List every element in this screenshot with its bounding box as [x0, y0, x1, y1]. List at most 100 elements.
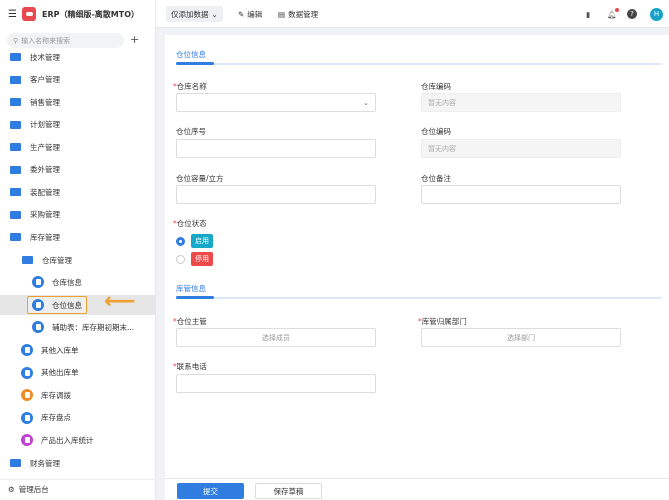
sidebar-item[interactable]: 委外管理: [0, 160, 156, 180]
nav-label: 财务管理: [30, 458, 60, 468]
sidebar-item[interactable]: 采购管理: [0, 205, 156, 225]
doc-icon: [21, 366, 33, 379]
dept-select[interactable]: 选择部门: [421, 328, 621, 347]
submit-button[interactable]: 提交: [177, 483, 244, 499]
sidebar-item[interactable]: 库存调拨: [0, 385, 156, 405]
nav-label: 计划管理: [30, 120, 60, 129]
home-icon: [32, 276, 44, 288]
section-divider: [176, 62, 661, 65]
sidebar-item[interactable]: 计划管理: [0, 115, 156, 135]
sidebar-item[interactable]: 技术管理: [0, 47, 156, 67]
nav-label: 库存管理: [30, 232, 60, 242]
sidebar-item[interactable]: 其他入库单: [0, 340, 156, 360]
edit-label: 编辑: [247, 9, 263, 19]
sidebar-item[interactable]: 装配管理: [0, 182, 156, 202]
save-draft-button[interactable]: 保存草稿: [255, 483, 322, 499]
sidebar-item[interactable]: 库存盘点: [0, 408, 156, 428]
view-dropdown[interactable]: 仅添加数据 ⌄: [166, 6, 223, 22]
nav-label: 其他入库单: [41, 345, 79, 355]
sidebar-item-finance[interactable]: 财务管理: [0, 453, 156, 473]
enabled-tag: 启用: [191, 234, 213, 248]
sidebar: ☰ ERP（精细版-离散MTO） ⚲ 输入名称来搜索 + 技术管理客户管理销售管理…: [0, 0, 156, 500]
doc-icon: [32, 321, 44, 333]
sidebar-item[interactable]: 客户管理: [0, 70, 156, 90]
label-dept: *库管归属部门: [418, 317, 467, 326]
sidebar-item[interactable]: 库存管理: [0, 227, 156, 247]
label-location-code: 仓位编码: [421, 127, 451, 136]
label-capacity: 仓位容量/立方: [176, 174, 224, 183]
warehouse-code-field: 暂无内容: [421, 93, 621, 112]
location-code-field: 暂无内容: [421, 139, 621, 158]
app-title: ERP（精细版-离散MTO）: [42, 9, 140, 19]
doc-icon: [21, 389, 33, 402]
section-divider: [176, 296, 661, 299]
status-disabled-radio[interactable]: 停用: [176, 252, 213, 266]
remark-input[interactable]: [421, 185, 621, 204]
nav-label: 辅助表：库存期初期末...: [52, 322, 135, 332]
arrow-pointer-icon: ⟵: [104, 289, 136, 314]
sidebar-item[interactable]: 产品出入库统计: [0, 430, 156, 450]
search-input[interactable]: ⚲ 输入名称来搜索: [7, 33, 124, 48]
capacity-input[interactable]: [176, 185, 376, 204]
data-manage-button[interactable]: ▤ 数据管理: [278, 6, 318, 22]
edit-button[interactable]: ✎ 编辑: [238, 6, 262, 22]
disabled-tag: 停用: [191, 252, 213, 266]
radio-checked: [176, 236, 185, 246]
nav-label: 装配管理: [30, 187, 60, 197]
nav-label: 采购管理: [30, 210, 60, 219]
admin-link[interactable]: ⚙ 管理后台: [0, 479, 156, 499]
label-manager: *仓位主管: [173, 317, 207, 326]
folder-icon: [10, 98, 21, 106]
form-footer: 提交 保存草稿: [165, 478, 669, 500]
folder-icon: [10, 165, 21, 174]
nav-label: 管理后台: [18, 485, 49, 494]
sidebar-item-warehouse-mgmt[interactable]: 仓库管理: [0, 250, 156, 270]
folder-icon: [22, 256, 33, 264]
app-brand: ERP（精细版-离散MTO）: [22, 6, 139, 22]
add-button[interactable]: +: [130, 33, 139, 46]
label-location-seq: 仓位序号: [176, 127, 206, 136]
nav-label: 生产管理: [30, 142, 60, 152]
sidebar-item[interactable]: 其他出库单: [0, 363, 156, 383]
menu-icon[interactable]: ☰: [8, 9, 17, 20]
bell-icon[interactable]: 🔔︎: [607, 6, 619, 22]
nav-label: 仓位信息: [52, 300, 82, 310]
status-enabled-radio[interactable]: 启用: [176, 234, 213, 248]
manager-select[interactable]: 选择成员: [176, 328, 376, 347]
nav-label: 委外管理: [30, 165, 60, 174]
nav-label: 客户管理: [30, 75, 60, 84]
folder-icon: [10, 210, 21, 219]
gear-icon: ⚙: [8, 485, 15, 494]
search-icon: ⚲: [13, 36, 19, 45]
nav-label: 其他出库单: [41, 368, 79, 378]
nav-label: 销售管理: [30, 97, 60, 107]
doc-icon: [21, 344, 33, 356]
avatar[interactable]: H: [650, 6, 663, 22]
warehouse-name-select[interactable]: ⌄: [176, 93, 376, 112]
nav-label: 仓库管理: [42, 255, 72, 265]
folder-icon: [10, 53, 21, 61]
folder-icon: [10, 75, 21, 84]
top-toolbar: 仅添加数据 ⌄ ✎ 编辑 ▤ 数据管理 ▮ 🔔︎ ? H: [156, 0, 669, 28]
label-warehouse-code: 仓库编码: [421, 82, 451, 91]
doc-icon: [21, 434, 33, 447]
app-logo-icon: [22, 7, 36, 21]
chevron-down-icon: ⌄: [211, 9, 218, 19]
doc-icon: [21, 411, 33, 424]
sidebar-item[interactable]: 生产管理: [0, 137, 156, 157]
help-icon[interactable]: ?: [627, 6, 637, 22]
folder-icon: [10, 120, 21, 129]
label-remark: 仓位备注: [421, 174, 451, 183]
folder-icon: [10, 459, 21, 467]
avatar-initial: H: [650, 7, 663, 21]
sidebar-item[interactable]: 销售管理: [0, 92, 156, 112]
data-manage-label: 数据管理: [288, 9, 319, 19]
phone-input[interactable]: [176, 374, 376, 393]
sidebar-item-aux-table[interactable]: 辅助表：库存期初期末...: [0, 317, 156, 337]
view-label: 仅添加数据: [171, 9, 209, 19]
panel-icon[interactable]: ▮: [586, 6, 590, 22]
section-title-manager: 库管信息: [176, 284, 206, 293]
home-icon: [32, 299, 44, 311]
location-seq-input[interactable]: [176, 139, 376, 158]
folder-icon: [10, 143, 21, 151]
